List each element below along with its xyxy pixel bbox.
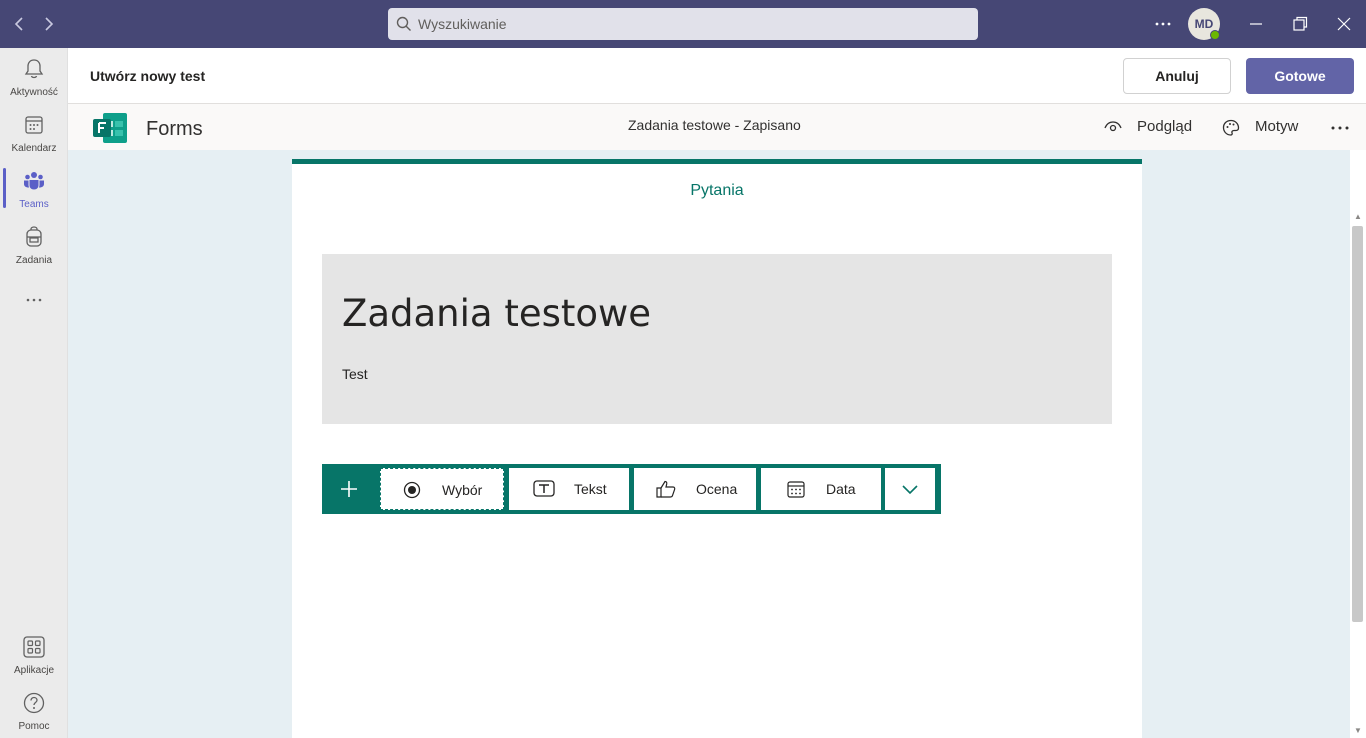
close-icon[interactable] xyxy=(1332,12,1356,36)
radio-icon xyxy=(403,481,421,499)
more-horizontal-icon[interactable] xyxy=(1151,12,1175,36)
rail-item-apps[interactable]: Aplikacje xyxy=(0,626,68,682)
add-question-bar: Wybór Tekst Ocena Data xyxy=(322,464,941,514)
form-title[interactable]: Zadania testowe xyxy=(342,292,651,335)
more-horizontal-icon xyxy=(26,298,42,302)
question-type-label: Wybór xyxy=(442,482,483,498)
rail-label: Aplikacje xyxy=(13,665,55,676)
add-question-button[interactable] xyxy=(322,464,376,514)
plus-icon xyxy=(341,481,357,497)
more-options-button[interactable] xyxy=(1330,118,1354,138)
question-type-label: Ocena xyxy=(696,481,738,497)
search-input[interactable]: Wyszukiwanie xyxy=(388,8,978,40)
app-bar: Aktywność Kalendarz Teams Zadania Aplika… xyxy=(0,48,68,738)
chevron-right-icon[interactable] xyxy=(36,12,60,36)
tab-questions[interactable]: Pytania xyxy=(292,182,1142,200)
presence-available-icon xyxy=(1210,30,1220,40)
rail-label: Pomoc xyxy=(18,721,50,732)
done-button[interactable]: Gotowe xyxy=(1246,58,1354,94)
rail-label: Teams xyxy=(19,199,49,210)
form-description[interactable]: Test xyxy=(342,366,368,382)
active-indicator xyxy=(3,168,6,208)
chevron-left-icon[interactable] xyxy=(8,12,32,36)
text-icon xyxy=(533,480,555,497)
rail-item-help[interactable]: Pomoc xyxy=(0,682,68,738)
rail-label: Zadania xyxy=(15,255,53,266)
calendar-icon xyxy=(25,116,43,134)
palette-icon xyxy=(1222,119,1240,136)
restore-icon[interactable] xyxy=(1288,12,1312,36)
scroll-down-icon[interactable]: ▼ xyxy=(1352,726,1364,738)
scroll-thumb[interactable] xyxy=(1352,226,1363,622)
page-title: Utwórz nowy test xyxy=(90,68,206,84)
form-save-status: Zadania testowe - Zapisano xyxy=(628,117,801,133)
apps-icon xyxy=(23,636,45,658)
app-name: Forms xyxy=(146,118,203,140)
more-horizontal-icon xyxy=(1331,126,1349,130)
question-type-label: Data xyxy=(826,481,856,497)
dialog-header: Utwórz nowy test Anuluj Gotowe xyxy=(68,48,1366,104)
backpack-icon xyxy=(26,226,42,247)
thumbs-up-icon xyxy=(656,480,676,498)
preview-label: Podgląd xyxy=(1137,118,1193,135)
more-question-types-button[interactable] xyxy=(885,468,935,510)
search-icon xyxy=(396,16,411,31)
rail-item-activity[interactable]: Aktywność xyxy=(0,48,68,104)
rail-item-more[interactable] xyxy=(0,272,68,328)
rail-item-assignments[interactable]: Zadania xyxy=(0,216,68,272)
form-title-section[interactable]: Zadania testowe Test xyxy=(322,254,1112,424)
teams-icon xyxy=(24,172,44,190)
rail-item-calendar[interactable]: Kalendarz xyxy=(0,104,68,160)
cancel-button[interactable]: Anuluj xyxy=(1123,58,1231,94)
eye-icon xyxy=(1104,121,1122,132)
question-type-rating[interactable]: Ocena xyxy=(634,468,756,510)
theme-label: Motyw xyxy=(1255,118,1299,135)
bell-icon xyxy=(24,59,44,79)
rail-label: Kalendarz xyxy=(11,143,57,154)
search-placeholder: Wyszukiwanie xyxy=(418,16,507,32)
question-type-label: Tekst xyxy=(574,481,607,497)
calendar-icon xyxy=(787,481,805,498)
scroll-up-icon[interactable]: ▲ xyxy=(1352,212,1364,224)
form-card: Pytania Zadania testowe Test Wybór Tekst… xyxy=(292,159,1142,738)
title-bar: Wyszukiwanie MD xyxy=(0,0,1366,48)
question-type-date[interactable]: Data xyxy=(761,468,881,510)
forms-toolbar: Forms Zadania testowe - Zapisano Podgląd… xyxy=(68,104,1366,150)
chevron-down-icon xyxy=(902,485,918,495)
forms-logo-icon xyxy=(93,113,127,148)
question-type-choice[interactable]: Wybór xyxy=(380,468,504,510)
rail-label: Aktywność xyxy=(10,87,58,98)
rail-item-teams[interactable]: Teams xyxy=(0,160,68,216)
minimize-icon[interactable] xyxy=(1244,12,1268,36)
question-type-text[interactable]: Tekst xyxy=(509,468,629,510)
help-icon xyxy=(23,692,45,714)
